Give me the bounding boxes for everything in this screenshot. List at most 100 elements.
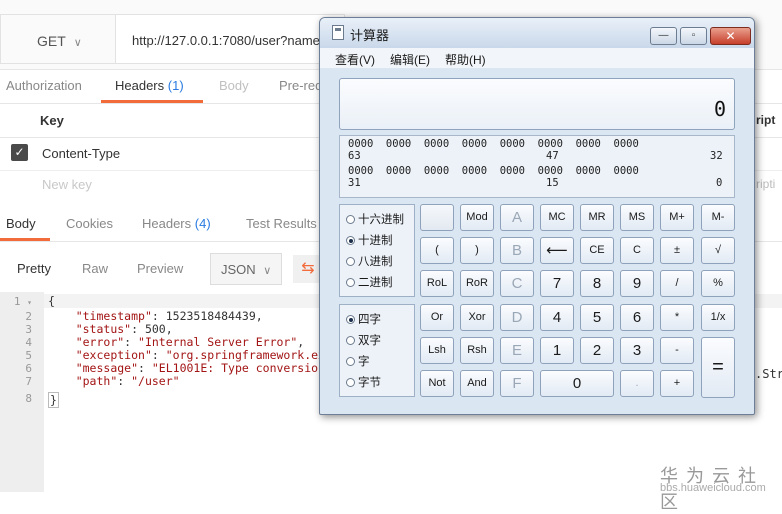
key-4[interactable]: 4 bbox=[540, 304, 574, 331]
key-xor[interactable]: Xor bbox=[460, 304, 494, 331]
key-mr[interactable]: MR bbox=[580, 204, 614, 231]
tab-cookies[interactable]: Cookies bbox=[66, 216, 113, 231]
radio-bin[interactable]: 二进制 bbox=[346, 274, 393, 290]
key-b[interactable]: B bbox=[500, 237, 534, 264]
key-left-paren[interactable]: ( bbox=[420, 237, 454, 264]
format-select[interactable]: JSON ∨ bbox=[210, 253, 282, 285]
radio-dword[interactable]: 双字 bbox=[346, 332, 381, 348]
url-input[interactable]: http://127.0.0.1:7080/user?name bbox=[115, 14, 345, 64]
key-divide[interactable]: / bbox=[660, 270, 694, 297]
key-reciprocal[interactable]: 1/x bbox=[701, 304, 735, 331]
key-c-hex[interactable]: C bbox=[500, 270, 534, 297]
key-7[interactable]: 7 bbox=[540, 270, 574, 297]
key-8[interactable]: 8 bbox=[580, 270, 614, 297]
maximize-button[interactable]: ▫ bbox=[680, 27, 707, 45]
key-plus-minus[interactable]: ± bbox=[660, 237, 694, 264]
key-or[interactable]: Or bbox=[420, 304, 454, 331]
key-minus[interactable]: - bbox=[660, 337, 694, 364]
menu-edit[interactable]: 编辑(E) bbox=[390, 51, 430, 68]
tab-headers-label: Headers bbox=[115, 78, 165, 93]
key-e[interactable]: E bbox=[500, 337, 534, 364]
radio-byte[interactable]: 字节 bbox=[346, 374, 381, 390]
radio-oct[interactable]: 八进制 bbox=[346, 253, 393, 269]
word-size-group: 四字 双字 字 字节 bbox=[339, 304, 415, 397]
line-number: 3 bbox=[25, 323, 32, 336]
key-3[interactable]: 3 bbox=[620, 337, 654, 364]
key-not[interactable]: Not bbox=[420, 370, 454, 397]
key-m-plus[interactable]: M+ bbox=[660, 204, 694, 231]
tab-pre-request[interactable]: Pre-req bbox=[279, 78, 322, 93]
key-lsh[interactable]: Lsh bbox=[420, 337, 454, 364]
tab-headers[interactable]: Headers (1) bbox=[115, 78, 184, 93]
radio-word[interactable]: 字 bbox=[346, 353, 370, 369]
radio-label: 字 bbox=[358, 356, 370, 368]
json-value: 1523518484439 bbox=[165, 309, 256, 323]
key-percent[interactable]: % bbox=[701, 270, 735, 297]
tab-response-headers-label: Headers bbox=[142, 216, 192, 231]
key-plus[interactable]: + bbox=[660, 370, 694, 397]
radio-qword[interactable]: 四字 bbox=[346, 311, 381, 327]
json-value: "org.springframework.ex bbox=[165, 348, 325, 362]
radio-hex[interactable]: 十六进制 bbox=[346, 211, 404, 227]
json-value: 500 bbox=[144, 322, 166, 336]
tab-test-results[interactable]: Test Results bbox=[246, 216, 317, 231]
code-line: { bbox=[48, 294, 55, 308]
key-mod[interactable]: Mod bbox=[460, 204, 494, 231]
key-1[interactable]: 1 bbox=[540, 337, 574, 364]
new-key-input[interactable]: New key bbox=[42, 177, 92, 192]
checkbox-icon[interactable]: ✓ bbox=[11, 144, 28, 161]
code-line: "path": "/user" bbox=[75, 374, 180, 388]
view-raw-button[interactable]: Raw bbox=[82, 261, 108, 276]
header-key[interactable]: Content-Type bbox=[42, 146, 120, 161]
bit-index: 63 bbox=[348, 150, 361, 162]
key-rol[interactable]: RoL bbox=[420, 270, 454, 297]
minimize-button[interactable]: — bbox=[650, 27, 677, 45]
key-5[interactable]: 5 bbox=[580, 304, 614, 331]
menu-view[interactable]: 查看(V) bbox=[335, 51, 375, 68]
fold-arrow-icon[interactable]: ▾ bbox=[27, 298, 32, 307]
description-placeholder[interactable]: ripti bbox=[756, 177, 775, 191]
key-blank bbox=[420, 204, 454, 231]
number-base-group: 十六进制 十进制 八进制 二进制 bbox=[339, 204, 415, 297]
key-f[interactable]: F bbox=[500, 370, 534, 397]
view-pretty-button[interactable]: Pretty bbox=[17, 261, 51, 276]
key-sqrt[interactable]: √ bbox=[701, 237, 735, 264]
bit-row: 0000 0000 0000 0000 0000 0000 0000 0000 bbox=[348, 165, 639, 177]
key-6[interactable]: 6 bbox=[620, 304, 654, 331]
key-a[interactable]: A bbox=[500, 204, 534, 231]
menu-help[interactable]: 帮助(H) bbox=[445, 51, 486, 68]
key-d[interactable]: D bbox=[500, 304, 534, 331]
radio-icon bbox=[346, 357, 355, 366]
close-button[interactable]: ✕ bbox=[710, 27, 751, 45]
key-right-paren[interactable]: ) bbox=[460, 237, 494, 264]
key-equals[interactable]: = bbox=[701, 337, 735, 398]
radio-label: 十六进制 bbox=[358, 214, 404, 226]
key-multiply[interactable]: * bbox=[660, 304, 694, 331]
tab-body[interactable]: Body bbox=[219, 78, 249, 93]
key-ce[interactable]: CE bbox=[580, 237, 614, 264]
radio-icon bbox=[346, 378, 355, 387]
tab-response-headers[interactable]: Headers (4) bbox=[142, 216, 211, 231]
tab-headers-count: (1) bbox=[167, 78, 184, 93]
key-and[interactable]: And bbox=[460, 370, 494, 397]
key-2[interactable]: 2 bbox=[580, 337, 614, 364]
key-0[interactable]: 0 bbox=[540, 370, 614, 397]
key-decimal[interactable]: . bbox=[620, 370, 654, 397]
radio-label: 二进制 bbox=[358, 277, 393, 289]
key-rsh[interactable]: Rsh bbox=[460, 337, 494, 364]
tab-response-body[interactable]: Body bbox=[6, 216, 36, 231]
key-ms[interactable]: MS bbox=[620, 204, 654, 231]
backspace-icon[interactable]: ⟵ bbox=[540, 237, 574, 264]
key-mc[interactable]: MC bbox=[540, 204, 574, 231]
key-m-minus[interactable]: M- bbox=[701, 204, 735, 231]
method-select[interactable]: GET ∨ bbox=[0, 14, 115, 64]
radio-dec[interactable]: 十进制 bbox=[346, 232, 393, 248]
radio-label: 双字 bbox=[358, 335, 381, 347]
tab-authorization[interactable]: Authorization bbox=[6, 78, 82, 93]
view-preview-button[interactable]: Preview bbox=[137, 261, 183, 276]
key-ror[interactable]: RoR bbox=[460, 270, 494, 297]
bit-index: 47 bbox=[546, 150, 559, 162]
line-number: 8 bbox=[25, 392, 32, 405]
key-c[interactable]: C bbox=[620, 237, 654, 264]
key-9[interactable]: 9 bbox=[620, 270, 654, 297]
